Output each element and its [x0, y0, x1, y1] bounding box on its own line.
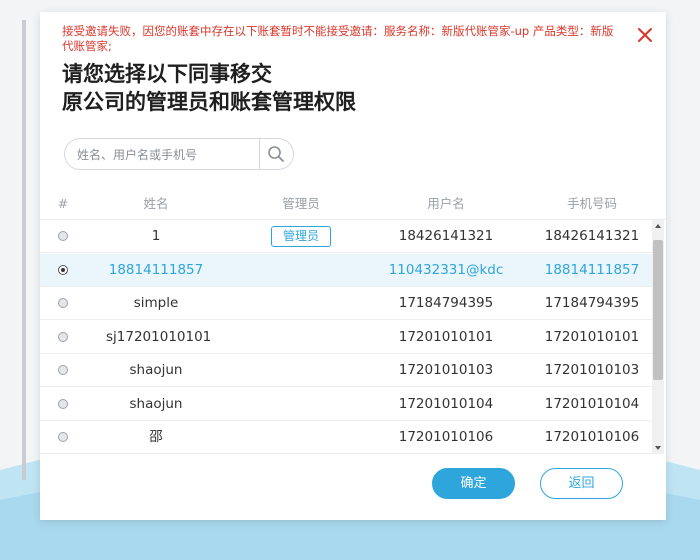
dialog-title: 请您选择以下同事移交 原公司的管理员和账套管理权限: [62, 60, 356, 116]
cell-name: 18814111857: [108, 261, 204, 278]
cell-username: 17201010104: [398, 395, 494, 412]
left-edge-strip: [22, 20, 26, 480]
table-row[interactable]: sj17201010101 17201010101 17201010101: [40, 321, 652, 354]
close-icon[interactable]: [636, 26, 654, 44]
cell-phone: 17201010106: [544, 429, 640, 445]
column-header-admin: 管理员: [282, 196, 320, 211]
row-radio-button[interactable]: [58, 365, 68, 375]
cell-name: 1: [151, 228, 161, 244]
cell-username: 17184794395: [398, 295, 494, 311]
table-row[interactable]: shaojun 17201010103 17201010103: [40, 354, 652, 387]
row-radio-button[interactable]: [58, 298, 68, 308]
cell-name: shaojun: [129, 395, 183, 412]
table-scrollbar[interactable]: [652, 220, 664, 454]
scrollbar-thumb[interactable]: [653, 240, 663, 380]
cell-phone: 17201010103: [544, 362, 640, 378]
row-radio-button[interactable]: [58, 231, 68, 241]
search-box: [64, 138, 294, 171]
cell-username: 18426141321: [398, 228, 494, 244]
column-header-name: 姓名: [143, 196, 169, 211]
cell-phone: 18426141321: [544, 228, 640, 244]
cell-username: 110432331@kdc: [388, 261, 504, 278]
row-radio-button[interactable]: [58, 331, 68, 342]
search-divider: [259, 139, 260, 169]
scroll-down-arrow-icon[interactable]: [652, 442, 664, 454]
table-header: # 姓名 管理员 用户名 手机号码: [40, 190, 666, 220]
cell-phone: 17201010101: [544, 328, 640, 345]
row-radio-button[interactable]: [58, 264, 68, 275]
table-row[interactable]: simple 17184794395 17184794395: [40, 287, 652, 320]
table-row[interactable]: 1 管理员 18426141321 18426141321: [40, 220, 652, 253]
cell-username: 17201010106: [398, 429, 494, 445]
scroll-up-arrow-icon[interactable]: [652, 220, 664, 232]
search-icon[interactable]: [266, 144, 286, 164]
row-radio-button[interactable]: [58, 432, 68, 442]
cell-name: sj17201010101: [106, 328, 212, 345]
admin-badge: 管理员: [271, 226, 331, 247]
table-row[interactable]: 18814111857 110432331@kdc 18814111857: [40, 253, 652, 287]
cell-phone: 18814111857: [544, 261, 640, 278]
dialog-title-line-2: 原公司的管理员和账套管理权限: [62, 90, 356, 114]
back-button[interactable]: 返回: [540, 468, 623, 499]
table-body: 1 管理员 18426141321 18426141321 18814111857 110…: [40, 220, 652, 454]
cell-name: shaojun: [129, 362, 183, 378]
column-header-phone: 手机号码: [566, 196, 617, 211]
search-input[interactable]: [75, 139, 259, 171]
cell-phone: 17201010104: [544, 395, 640, 412]
cell-phone: 17184794395: [544, 295, 640, 311]
table-row[interactable]: shaojun 17201010104 17201010104: [40, 388, 652, 421]
table-row[interactable]: 邵 17201010106 17201010106: [40, 421, 652, 454]
cell-name: 邵: [149, 429, 163, 445]
error-message: 接受邀请失败，因您的账套中存在以下账套暂时不能接受邀请：服务名称：新版代账管家-…: [62, 24, 614, 53]
transfer-admin-dialog: 接受邀请失败，因您的账套中存在以下账套暂时不能接受邀请：服务名称：新版代账管家-…: [40, 12, 666, 520]
column-header-username: 用户名: [427, 196, 465, 211]
row-radio-button[interactable]: [58, 398, 68, 409]
cell-username: 17201010103: [398, 362, 494, 378]
confirm-button[interactable]: 确定: [432, 468, 515, 499]
cell-username: 17201010101: [398, 328, 494, 345]
column-header-index: #: [57, 196, 69, 211]
dialog-title-line-1: 请您选择以下同事移交: [62, 62, 272, 86]
cell-name: simple: [133, 295, 179, 311]
